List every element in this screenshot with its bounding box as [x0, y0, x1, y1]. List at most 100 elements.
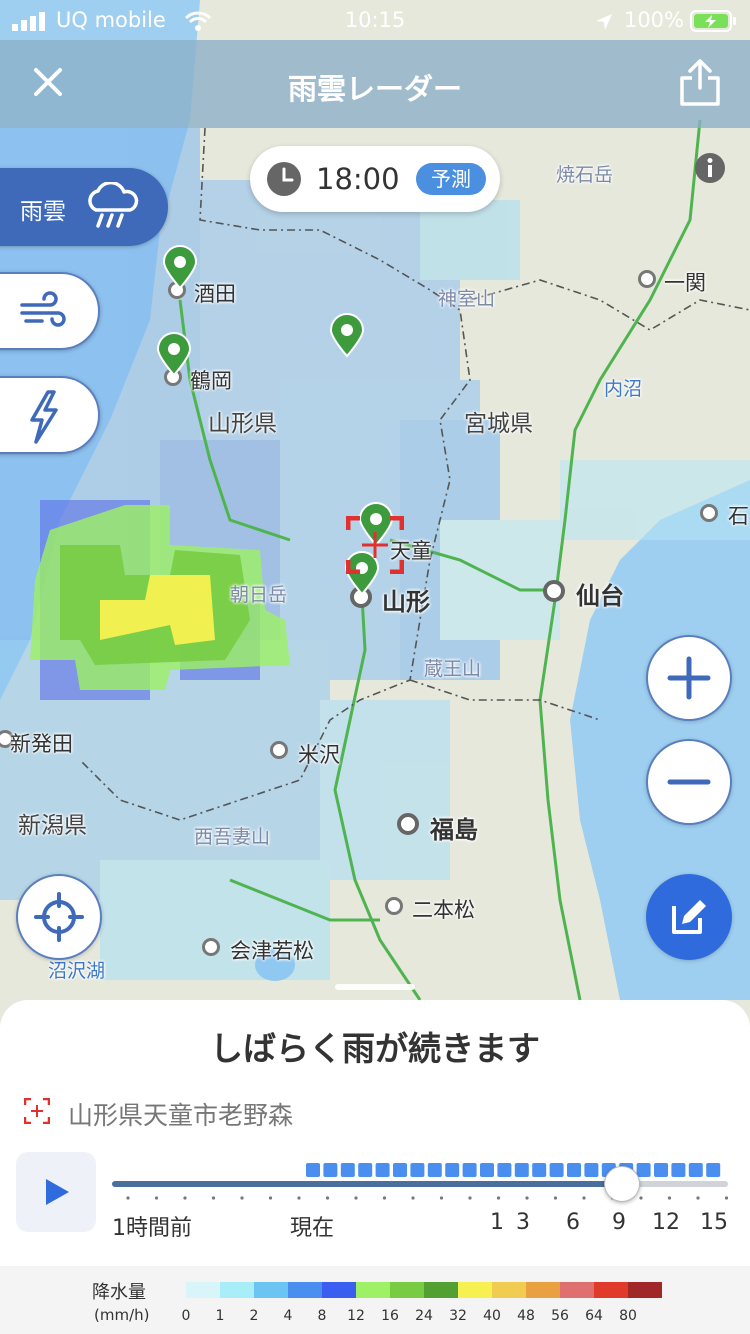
page-title: 雨雲レーダー	[287, 72, 462, 106]
pencil-icon	[672, 900, 706, 934]
city-dot-ichinoseki	[638, 270, 656, 288]
legend-value: 40	[483, 1308, 501, 1324]
legend-swatch	[254, 1282, 288, 1298]
current-location-button[interactable]	[16, 874, 102, 960]
rain-cloud-icon	[88, 182, 139, 228]
legend-swatch	[628, 1282, 662, 1298]
map-label-yakeishi: 焼石岳	[556, 164, 614, 186]
forecast-bar	[480, 1163, 494, 1177]
tab-rain-label: 雨雲	[20, 199, 66, 225]
map-pin-icon[interactable]	[329, 312, 365, 358]
legend-value: 56	[551, 1308, 569, 1324]
timeline-tick	[211, 1196, 216, 1200]
legend-swatch	[288, 1282, 322, 1298]
play-icon	[46, 1179, 69, 1205]
forecast-headline: しばらく雨が続きます	[210, 1029, 540, 1068]
city-dot-aizuwakamatsu	[202, 938, 220, 956]
legend-value: 48	[517, 1308, 535, 1324]
zoom-out-button[interactable]	[646, 739, 732, 825]
map-label-numazawa: 沼沢湖	[48, 960, 106, 982]
legend-swatch	[458, 1282, 492, 1298]
zoom-in-button[interactable]	[646, 635, 732, 721]
timeline-label: 9	[612, 1210, 626, 1235]
timeline-label: 1	[490, 1210, 504, 1235]
forecast-bar	[567, 1163, 581, 1177]
clock-icon	[267, 162, 301, 196]
map-label-ichinoseki: 一関	[664, 271, 706, 295]
timeline-tick	[525, 1196, 529, 1200]
share-icon[interactable]	[678, 58, 722, 108]
map-label-sendai: 仙台	[576, 582, 624, 610]
forecast-bar	[706, 1163, 721, 1177]
wind-icon	[20, 291, 66, 327]
map-label-yamagata-pref: 山形県	[208, 411, 277, 437]
legend-value: 16	[381, 1308, 399, 1324]
legend-swatch	[526, 1282, 560, 1298]
map-label-ishi: 石	[728, 504, 749, 528]
timeline-tick	[496, 1196, 501, 1200]
forecast-bar	[514, 1163, 529, 1177]
forecast-bar	[688, 1163, 703, 1177]
target-location-icon	[24, 1098, 50, 1124]
forecast-bar	[549, 1163, 564, 1177]
map-label-sakata: 酒田	[194, 282, 236, 306]
info-icon[interactable]	[694, 152, 726, 184]
city-dot-fukushima	[397, 813, 419, 835]
legend-value: 64	[585, 1308, 603, 1324]
forecast-rain-bars	[306, 1163, 721, 1177]
map-label-nishiazuma: 西吾妻山	[194, 826, 271, 848]
legend-swatch	[186, 1282, 220, 1298]
map-label-tsuruoka: 鶴岡	[190, 369, 232, 393]
sheet-grabber[interactable]	[335, 984, 415, 990]
target-marker-icon	[346, 516, 404, 574]
map-label-kamimuro: 神室山	[438, 288, 496, 310]
map-label-shibata: 新発田	[10, 732, 73, 756]
city-dot-ishi	[700, 504, 718, 522]
legend-swatch	[492, 1282, 526, 1298]
forecast-bar	[427, 1163, 442, 1177]
legend-value: 32	[449, 1308, 467, 1324]
map-label-zao: 蔵王山	[424, 658, 482, 680]
forecast-bar	[340, 1163, 355, 1177]
forecast-bar	[306, 1163, 320, 1177]
map-label-uchinuma: 内沼	[604, 378, 643, 400]
forecast-bar	[497, 1163, 512, 1177]
legend-value: 4	[283, 1308, 293, 1324]
map-label-nihonmatsu: 二本松	[412, 898, 475, 922]
location-arrow-icon	[596, 14, 612, 30]
city-dot-yonezawa	[270, 741, 288, 759]
timeline-label: 12	[652, 1210, 680, 1235]
timeline-thumb[interactable]	[604, 1166, 640, 1202]
legend-value: 0	[181, 1308, 191, 1324]
forecast-bar	[358, 1163, 373, 1177]
timeline-tick	[553, 1196, 558, 1200]
tab-rain-clouds[interactable]: 雨雲	[0, 168, 168, 246]
nav-header: 雨雲レーダー	[0, 40, 750, 128]
forecast-badge: 予測	[416, 163, 486, 195]
forecast-time-pill[interactable]: 18:00 予測	[250, 146, 500, 212]
legend-swatch	[322, 1282, 356, 1298]
map-pin-icon[interactable]	[156, 331, 192, 377]
forecast-bar	[584, 1163, 599, 1177]
report-edit-button[interactable]	[646, 874, 732, 960]
timeline-tick	[268, 1196, 273, 1200]
map-label-yonezawa: 米沢	[298, 743, 340, 767]
forecast-bar	[532, 1163, 547, 1177]
plus-icon	[667, 656, 711, 700]
legend-swatch	[356, 1282, 390, 1298]
map-pin-icon[interactable]	[162, 244, 198, 290]
forecast-bar	[375, 1163, 390, 1177]
legend-value: 2	[249, 1308, 259, 1324]
timeline-progress	[112, 1181, 622, 1187]
map-label-niigata-pref: 新潟県	[18, 813, 87, 839]
lightning-icon	[30, 390, 58, 444]
tab-wind[interactable]	[0, 272, 100, 350]
timeline-tick	[154, 1196, 159, 1200]
legend-swatch	[594, 1282, 628, 1298]
timeline-tick	[411, 1196, 415, 1200]
tab-thunder[interactable]	[0, 376, 100, 454]
play-button[interactable]	[16, 1152, 96, 1232]
minus-icon	[667, 779, 711, 785]
timeline-tick	[382, 1196, 387, 1200]
timeline-ticks	[126, 1196, 728, 1200]
